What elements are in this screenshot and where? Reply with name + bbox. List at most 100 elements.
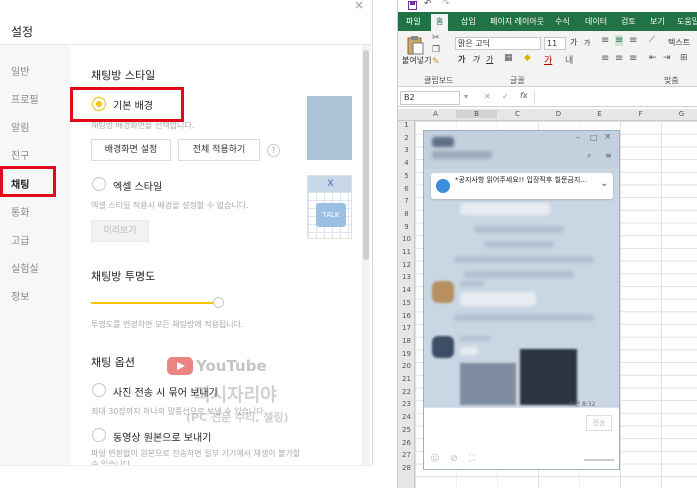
paste-icon[interactable] [406, 35, 424, 55]
underline-icon[interactable]: 가 [486, 54, 493, 65]
help-icon[interactable]: ? [267, 144, 280, 157]
row-header[interactable]: 26 [398, 439, 415, 447]
row-header[interactable]: 22 [398, 388, 415, 396]
sidebar-item-general[interactable]: 일반 [11, 63, 29, 78]
outdent-icon[interactable]: ⇥ [663, 53, 671, 63]
radio-excel-style[interactable] [92, 177, 106, 191]
tab-data[interactable]: 데이터 [585, 16, 607, 27]
align-right-icon[interactable]: ≡ [629, 53, 637, 64]
row-header[interactable]: 7 [398, 197, 415, 205]
row-header[interactable]: 27 [398, 451, 415, 459]
capture-icon[interactable]: ⛶ [469, 454, 475, 464]
font-size-select[interactable]: 11 [544, 37, 566, 50]
row-header[interactable]: 25 [398, 426, 415, 434]
tab-review[interactable]: 검토 [621, 16, 636, 27]
tab-view[interactable]: 보기 [650, 16, 665, 27]
row-header[interactable]: 9 [398, 223, 415, 231]
italic-icon[interactable]: 가 [472, 54, 479, 65]
redo-icon[interactable]: ↷ [442, 0, 450, 9]
indent-icon[interactable]: ⇤ [649, 53, 657, 63]
row-header[interactable]: 21 [398, 375, 415, 383]
phonetic-icon[interactable]: 내 [565, 53, 573, 66]
sender-avatar[interactable] [432, 336, 454, 358]
emoji-icon[interactable]: ☺ [430, 454, 439, 464]
row-header[interactable]: 5 [398, 172, 415, 180]
tab-file[interactable]: 파일 [406, 16, 421, 27]
name-box[interactable]: B2 [400, 91, 460, 105]
paste-label[interactable]: 붙여넣기 [402, 55, 431, 66]
tab-formulas[interactable]: 수식 [555, 16, 570, 27]
cut-icon[interactable]: ✂ [432, 33, 440, 43]
row-header[interactable]: 14 [398, 286, 415, 294]
maximize-icon[interactable]: □ [590, 133, 598, 142]
format-painter-icon[interactable]: ✎ [432, 57, 440, 67]
chat-input-area[interactable]: 전송 ☺ ⊘ ⛶ [424, 407, 619, 469]
column-header[interactable]: E [579, 110, 620, 118]
attach-icon[interactable]: ⊘ [450, 454, 458, 464]
set-background-button[interactable]: 배경화면 설정 [91, 139, 171, 161]
checkbox-original-video[interactable] [92, 428, 106, 442]
chat-menu-icon[interactable]: ≡ [605, 151, 612, 160]
opacity-slider-track[interactable] [91, 302, 219, 304]
save-icon[interactable] [408, 1, 417, 10]
chat-opacity-slider[interactable] [584, 459, 614, 461]
column-header[interactable]: D [538, 110, 579, 118]
minimize-icon[interactable]: – [576, 133, 580, 142]
row-header[interactable]: 2 [398, 134, 415, 142]
chevron-down-icon[interactable]: ⌄ [600, 178, 608, 189]
row-header[interactable]: 11 [398, 248, 415, 256]
chat-search-icon[interactable]: ⌕ [587, 151, 591, 161]
shrink-font-icon[interactable]: 가 [584, 38, 590, 48]
align-left-icon[interactable]: ≡ [601, 53, 609, 64]
grow-font-icon[interactable]: 가 [570, 37, 577, 48]
column-header[interactable]: A [415, 110, 456, 118]
align-bottom-icon[interactable]: ≡ [629, 35, 637, 46]
wrap-text-button[interactable]: 텍스트 [668, 37, 690, 48]
apply-all-button[interactable]: 전체 적용하기 [178, 139, 260, 161]
sidebar-item-labs[interactable]: 실험실 [11, 260, 39, 275]
column-header[interactable]: F [620, 110, 661, 118]
sender-avatar[interactable] [432, 281, 454, 303]
bold-icon[interactable]: 가 [458, 54, 465, 65]
tab-page-layout[interactable]: 페이지 레이아웃 [490, 16, 544, 27]
sidebar-item-friends[interactable]: 친구 [11, 147, 29, 162]
preview-button[interactable]: 미리보기 [91, 220, 149, 242]
fx-icon[interactable]: fx [520, 91, 528, 100]
row-header[interactable]: 6 [398, 185, 415, 193]
sidebar-item-notifications[interactable]: 알림 [11, 119, 29, 134]
border-icon[interactable]: ▦ [504, 53, 513, 63]
formula-input[interactable] [534, 91, 696, 105]
tab-insert[interactable]: 삽입 [461, 16, 476, 27]
merge-icon[interactable]: ⊞ [680, 53, 688, 63]
checkbox-group-photos[interactable] [92, 383, 106, 397]
chat-close-icon[interactable]: × [604, 132, 612, 142]
row-header[interactable]: 12 [398, 261, 415, 269]
row-header[interactable]: 19 [398, 350, 415, 358]
opacity-slider-thumb[interactable] [213, 297, 224, 308]
namebox-dropdown-icon[interactable]: ▾ [464, 92, 468, 101]
row-header[interactable]: 8 [398, 210, 415, 218]
close-icon[interactable]: × [354, 0, 364, 11]
row-header[interactable]: 16 [398, 312, 415, 320]
row-header[interactable]: 15 [398, 299, 415, 307]
row-header[interactable]: 4 [398, 159, 415, 167]
orientation-icon[interactable]: ⟋ [649, 35, 655, 45]
undo-icon[interactable]: ↶ [424, 0, 432, 9]
cancel-icon[interactable]: ✕ [484, 92, 491, 101]
column-header[interactable]: C [497, 110, 538, 118]
send-button[interactable]: 전송 [586, 415, 612, 431]
sidebar-item-advanced[interactable]: 고급 [11, 232, 29, 247]
fill-color-icon[interactable]: ◆ [524, 53, 531, 63]
settings-scrollbar-thumb[interactable] [363, 50, 369, 260]
tab-home[interactable]: 홈 [431, 14, 449, 31]
column-header[interactable]: G [661, 110, 697, 118]
row-header[interactable]: 17 [398, 324, 415, 332]
align-middle-icon[interactable]: ≡ [615, 35, 624, 46]
row-header[interactable]: 1 [398, 121, 415, 129]
sidebar-item-profile[interactable]: 프로필 [11, 91, 39, 106]
row-header[interactable]: 18 [398, 337, 415, 345]
row-header[interactable]: 3 [398, 146, 415, 154]
sidebar-item-info[interactable]: 정보 [11, 288, 29, 303]
font-name-select[interactable]: 맑은 고딕 [455, 37, 541, 50]
photo-thumbnail[interactable] [460, 363, 516, 405]
